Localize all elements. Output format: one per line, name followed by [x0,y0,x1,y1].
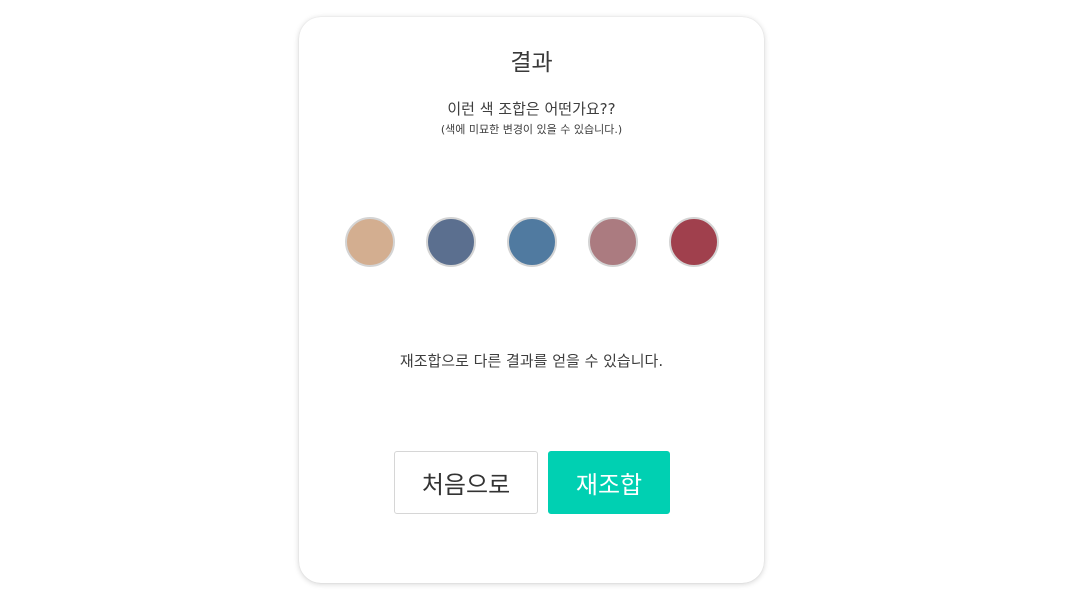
color-swatch-5 [669,217,719,267]
remix-button[interactable]: 재조합 [548,451,670,514]
remix-hint: 재조합으로 다른 결과를 얻을 수 있습니다. [399,352,664,370]
color-palette [345,217,719,267]
result-title: 결과 [510,50,553,76]
go-home-button[interactable]: 처음으로 [394,451,538,514]
result-note: (색에 미묘한 변경이 있을 수 있습니다.) [440,123,623,136]
color-swatch-4 [588,217,638,267]
color-swatch-2 [426,217,476,267]
color-swatch-1 [345,217,395,267]
result-question: 이런 색 조합은 어떤가요?? [447,100,616,118]
result-card: 결과 이런 색 조합은 어떤가요?? (색에 미묘한 변경이 있을 수 있습니다… [299,17,764,583]
color-swatch-3 [507,217,557,267]
